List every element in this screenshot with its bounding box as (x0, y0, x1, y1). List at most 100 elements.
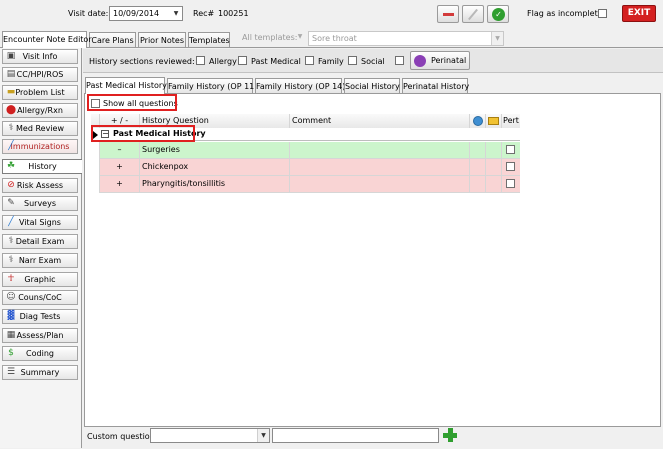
sidebar-item-problem-list[interactable]: ▬ Problem List (2, 85, 78, 100)
edit-button[interactable] (462, 5, 484, 23)
column-header-comment[interactable]: Comment (290, 114, 470, 128)
sidebar-item-diag-tests[interactable]: ▓ Diag Tests (2, 309, 78, 324)
confirm-button[interactable]: ✓ (487, 5, 509, 23)
dollar-icon: $ (8, 348, 14, 358)
sidebar-item-immunizations[interactable]: ╱ Immunizations (2, 139, 78, 154)
sidebar-item-coding[interactable]: $ Coding (2, 346, 78, 361)
column-header-pert[interactable]: Pert (502, 114, 520, 128)
tab-care-plans[interactable]: Care Plans (89, 32, 136, 48)
sidebar-item-allergy-rxn[interactable]: ⬤ Allergy/Rxn (2, 103, 78, 118)
globe-cell[interactable] (470, 159, 486, 176)
sidebar-item-label: CC/HPI/ROS (16, 70, 64, 79)
comment-cell[interactable] (290, 142, 470, 159)
sidebar-item-cc-hpi-ros[interactable]: ▤ CC/HPI/ROS (2, 67, 78, 82)
tab-templates[interactable]: Templates (188, 32, 230, 48)
custom-question-select[interactable]: ▼ (150, 428, 270, 443)
tab-encounter-note-editor[interactable]: Encounter Note Editor (2, 31, 92, 48)
sign-cell[interactable]: – (100, 142, 140, 159)
add-question-button[interactable] (443, 428, 457, 442)
comment-cell[interactable] (290, 159, 470, 176)
tab-prior-notes[interactable]: Prior Notes (138, 32, 186, 48)
problem-list-icon: ▬ (6, 87, 16, 97)
sidebar-item-med-review[interactable]: ⚕ Med Review (2, 121, 78, 136)
flag-cell[interactable] (486, 159, 502, 176)
history-tabs: Past Medical History Family History (OP … (83, 73, 663, 94)
pert-cell[interactable] (502, 176, 520, 193)
question-cell[interactable]: Pharyngitis/tonsillitis (140, 176, 290, 193)
table-row[interactable]: + Pharyngitis/tonsillitis (91, 176, 520, 193)
sidebar-item-surveys[interactable]: ✎ Surveys (2, 196, 78, 211)
flag-cell[interactable] (486, 142, 502, 159)
globe-cell[interactable] (470, 142, 486, 159)
custom-question-label: Custom question: (87, 432, 158, 441)
sidebar-item-detail-exam[interactable]: ⚕ Detail Exam (2, 234, 78, 249)
vital-signs-icon: ╱ (8, 217, 14, 227)
globe-cell[interactable] (470, 176, 486, 193)
pert-checkbox[interactable] (506, 179, 515, 188)
tab-social-history[interactable]: Social History (344, 78, 400, 94)
flag-incomplete-label: Flag as incomplete (527, 9, 603, 18)
sidebar-item-label: Vital Signs (19, 218, 61, 227)
chevron-down-icon[interactable]: ▼ (170, 7, 182, 20)
sidebar-item-couns-coc[interactable]: ☺ Couns/CoC (2, 290, 78, 305)
rec-label: Rec# (193, 9, 215, 18)
sidebar-item-label: Summary (20, 368, 60, 377)
perinatal-checkbox[interactable] (395, 56, 404, 65)
summary-icon: ☰ (6, 367, 16, 377)
sidebar-item-summary[interactable]: ☰ Summary (2, 365, 78, 380)
sidebar-item-label: Surveys (24, 199, 56, 208)
social-checkbox[interactable] (348, 56, 357, 65)
template-select[interactable]: Sore throat ▼ (308, 31, 504, 46)
sidebar-item-history[interactable]: ☘ History (2, 159, 82, 174)
tab-family-history-op11[interactable]: Family History (OP 11) (167, 78, 257, 94)
pert-cell[interactable] (502, 142, 520, 159)
family-checkbox[interactable] (305, 56, 314, 65)
chevron-down-icon[interactable]: ▼ (491, 32, 503, 45)
pert-checkbox[interactable] (506, 162, 515, 171)
question-cell-text: Chickenpox (142, 162, 189, 171)
column-header-flag[interactable] (486, 114, 502, 128)
custom-question-input[interactable] (272, 428, 439, 443)
med-review-icon: ⚕ (8, 123, 14, 133)
sign-cell[interactable]: + (100, 176, 140, 193)
remove-button[interactable] (437, 5, 459, 23)
flag-cell[interactable] (486, 176, 502, 193)
question-cell[interactable]: Chickenpox (140, 159, 290, 176)
sidebar-item-vital-signs[interactable]: ╱ Vital Signs (2, 215, 78, 230)
flag-incomplete-checkbox[interactable] (598, 9, 607, 18)
sign-cell-text: – (117, 145, 122, 154)
sidebar-item-assess-plan[interactable]: ▦ Assess/Plan (2, 328, 78, 343)
tab-family-history-op14[interactable]: Family History (OP 14) (255, 78, 345, 94)
sidebar-item-visit-info[interactable]: ▣ Visit Info (2, 49, 78, 64)
diag-tests-icon: ▓ (7, 311, 15, 321)
body-icon: ☥ (7, 274, 15, 284)
exit-button[interactable]: EXIT (622, 5, 656, 22)
comment-cell[interactable] (290, 176, 470, 193)
pert-checkbox[interactable] (506, 145, 515, 154)
visit-info-icon: ▣ (6, 51, 16, 61)
question-cell[interactable]: Surgeries (140, 142, 290, 159)
sidebar-item-narr-exam[interactable]: ⚕ Narr Exam (2, 253, 78, 268)
social-label: Social (361, 57, 385, 66)
chevron-down-icon[interactable]: ▼ (257, 429, 269, 442)
sidebar-item-label: Immunizations (10, 142, 70, 151)
pert-cell[interactable] (502, 159, 520, 176)
tab-perinatal-history[interactable]: Perinatal History (402, 78, 469, 94)
sign-cell[interactable]: + (100, 159, 140, 176)
table-row[interactable]: + Chickenpox (91, 159, 520, 176)
syringe-icon: ╱ (8, 141, 14, 151)
tab-past-medical-history[interactable]: Past Medical History (85, 77, 167, 94)
column-header-globe[interactable] (470, 114, 486, 128)
template-type-select[interactable]: ▼ (288, 30, 306, 45)
past-medical-checkbox[interactable] (238, 56, 247, 65)
table-row[interactable]: – Surgeries (91, 142, 520, 159)
sidebar-item-graphic[interactable]: ☥ Graphic (2, 272, 78, 287)
perinatal-button[interactable]: Perinatal (410, 51, 470, 70)
chevron-down-icon[interactable]: ▼ (294, 30, 306, 43)
assess-plan-icon: ▦ (6, 330, 16, 340)
sidebar-item-risk-assess[interactable]: ⊘ Risk Assess (2, 178, 78, 193)
question-cell-text: Surgeries (142, 145, 180, 154)
visit-date-field[interactable]: 10/09/2014 ▼ (109, 6, 183, 21)
allergy-checkbox[interactable] (196, 56, 205, 65)
counseling-icon: ☺ (6, 292, 16, 302)
